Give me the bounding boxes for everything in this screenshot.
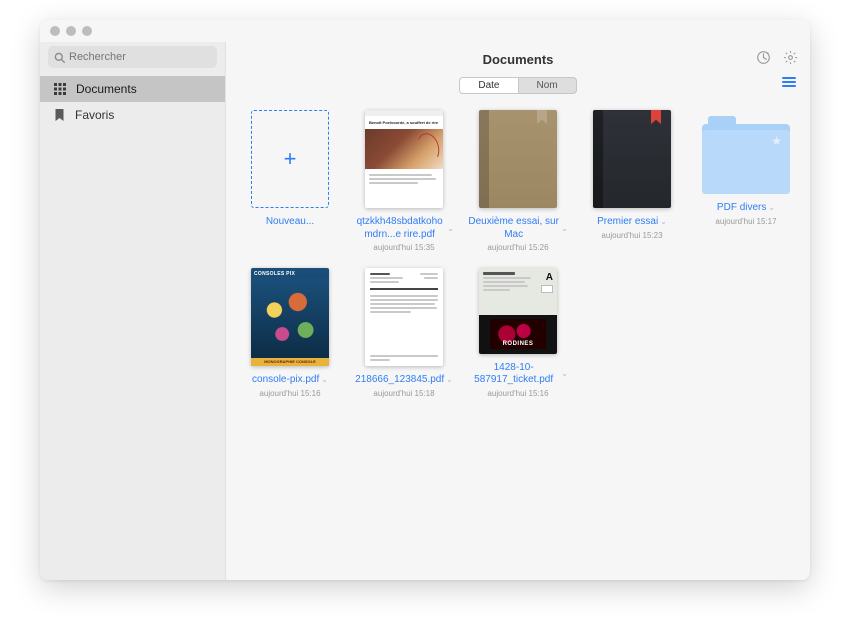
page-title: Documents [226,52,810,67]
document-item[interactable]: Deuxième essai, sur Mac⌄ aujourd'hui 15:… [466,110,570,252]
sort-nom-tab[interactable]: Nom [518,78,576,93]
search-icon [54,52,65,63]
document-date: aujourd'hui 15:23 [601,231,662,240]
document-name[interactable]: 218666_123845.pdf⌄ [355,374,453,387]
documents-grid: + Nouveau... Benoît Poelvoorde, a souffe… [238,110,798,398]
new-document-item[interactable]: + Nouveau... [238,110,342,252]
grid-icon [54,83,66,95]
plus-icon: + [284,146,297,172]
document-date: aujourd'hui 15:18 [373,389,434,398]
search-field[interactable] [48,46,217,68]
new-document-thumb[interactable]: + [251,110,329,208]
document-name[interactable]: 1428-10-587917_ticket.pdf⌄ [468,362,568,387]
document-thumb[interactable]: CONSOLES PIX MONOGRAPHIE CONSOLE [251,268,329,366]
document-thumb[interactable]: A RODINES [479,268,557,354]
magazine-masthead: CONSOLES PIX [251,268,329,278]
document-name[interactable]: Premier essai⌄ [597,216,667,229]
document-item[interactable]: Premier essai⌄ aujourd'hui 15:23 [580,110,684,252]
folder-item[interactable]: ★ PDF divers⌄ aujourd'hui 15:17 [694,110,798,252]
search-input[interactable] [69,51,211,63]
folder-thumb[interactable]: ★ [702,124,790,194]
sidebar-item-label: Documents [76,82,137,96]
new-document-label: Nouveau... [266,216,314,229]
chevron-down-icon: ⌄ [768,203,775,213]
document-name[interactable]: qtzkkh48sbdatkohomdrn...e rire.pdf⌄ [354,216,454,241]
sidebar-item-favoris[interactable]: Favoris [40,102,225,128]
chevron-down-icon: ⌄ [321,375,328,385]
document-name[interactable]: console-pix.pdf⌄ [252,374,328,387]
sidebar: Documents Favoris [40,42,226,580]
bookmark-icon [537,110,547,124]
chevron-down-icon: ⌄ [660,217,667,227]
chevron-down-icon: ⌄ [561,224,568,234]
magazine-band: MONOGRAPHIE CONSOLE [251,358,329,366]
main-content: Documents Date Nom [226,42,810,580]
document-item[interactable]: 218666_123845.pdf⌄ aujourd'hui 15:18 [352,268,456,398]
documents-scroll[interactable]: + Nouveau... Benoît Poelvoorde, a souffe… [226,100,810,580]
document-thumb[interactable] [365,268,443,366]
header: Documents [226,42,810,67]
document-thumb[interactable] [479,110,557,208]
bookmark-icon [54,109,65,121]
sort-controls: Date Nom [226,77,810,94]
close-window-button[interactable] [50,26,60,36]
star-icon: ★ [771,134,782,148]
document-date: aujourd'hui 15:26 [487,243,548,252]
zoom-window-button[interactable] [82,26,92,36]
settings-icon[interactable] [783,50,798,65]
document-name[interactable]: Deuxième essai, sur Mac⌄ [468,216,568,241]
logo-letter: A [546,272,553,283]
document-date: aujourd'hui 15:16 [259,389,320,398]
document-name[interactable]: PDF divers⌄ [717,202,775,215]
chevron-down-icon: ⌄ [446,375,453,385]
list-view-toggle[interactable] [782,77,796,87]
sidebar-item-label: Favoris [75,108,114,122]
document-date: aujourd'hui 15:35 [373,243,434,252]
bookmark-icon [651,110,661,124]
titlebar [40,20,810,42]
document-date: aujourd'hui 15:17 [715,217,776,226]
document-thumb[interactable] [593,110,671,208]
document-item[interactable]: A RODINES 1428-10-587917_ticket.pdf⌄ auj… [466,268,570,398]
document-item[interactable]: CONSOLES PIX MONOGRAPHIE CONSOLE console… [238,268,342,398]
sort-date-tab[interactable]: Date [460,78,517,93]
ticket-poster: RODINES [490,319,546,349]
sync-icon[interactable] [756,50,771,65]
sort-segmented: Date Nom [459,77,576,94]
minimize-window-button[interactable] [66,26,76,36]
chevron-down-icon: ⌄ [447,224,454,234]
app-window: Documents Favoris Documents Date Nom [40,20,810,580]
document-item[interactable]: Benoît Poelvoorde, a souffert de rire qt… [352,110,456,252]
sidebar-item-documents[interactable]: Documents [40,76,225,102]
document-date: aujourd'hui 15:16 [487,389,548,398]
chevron-down-icon: ⌄ [561,369,568,379]
document-thumb[interactable]: Benoît Poelvoorde, a souffert de rire [365,110,443,208]
